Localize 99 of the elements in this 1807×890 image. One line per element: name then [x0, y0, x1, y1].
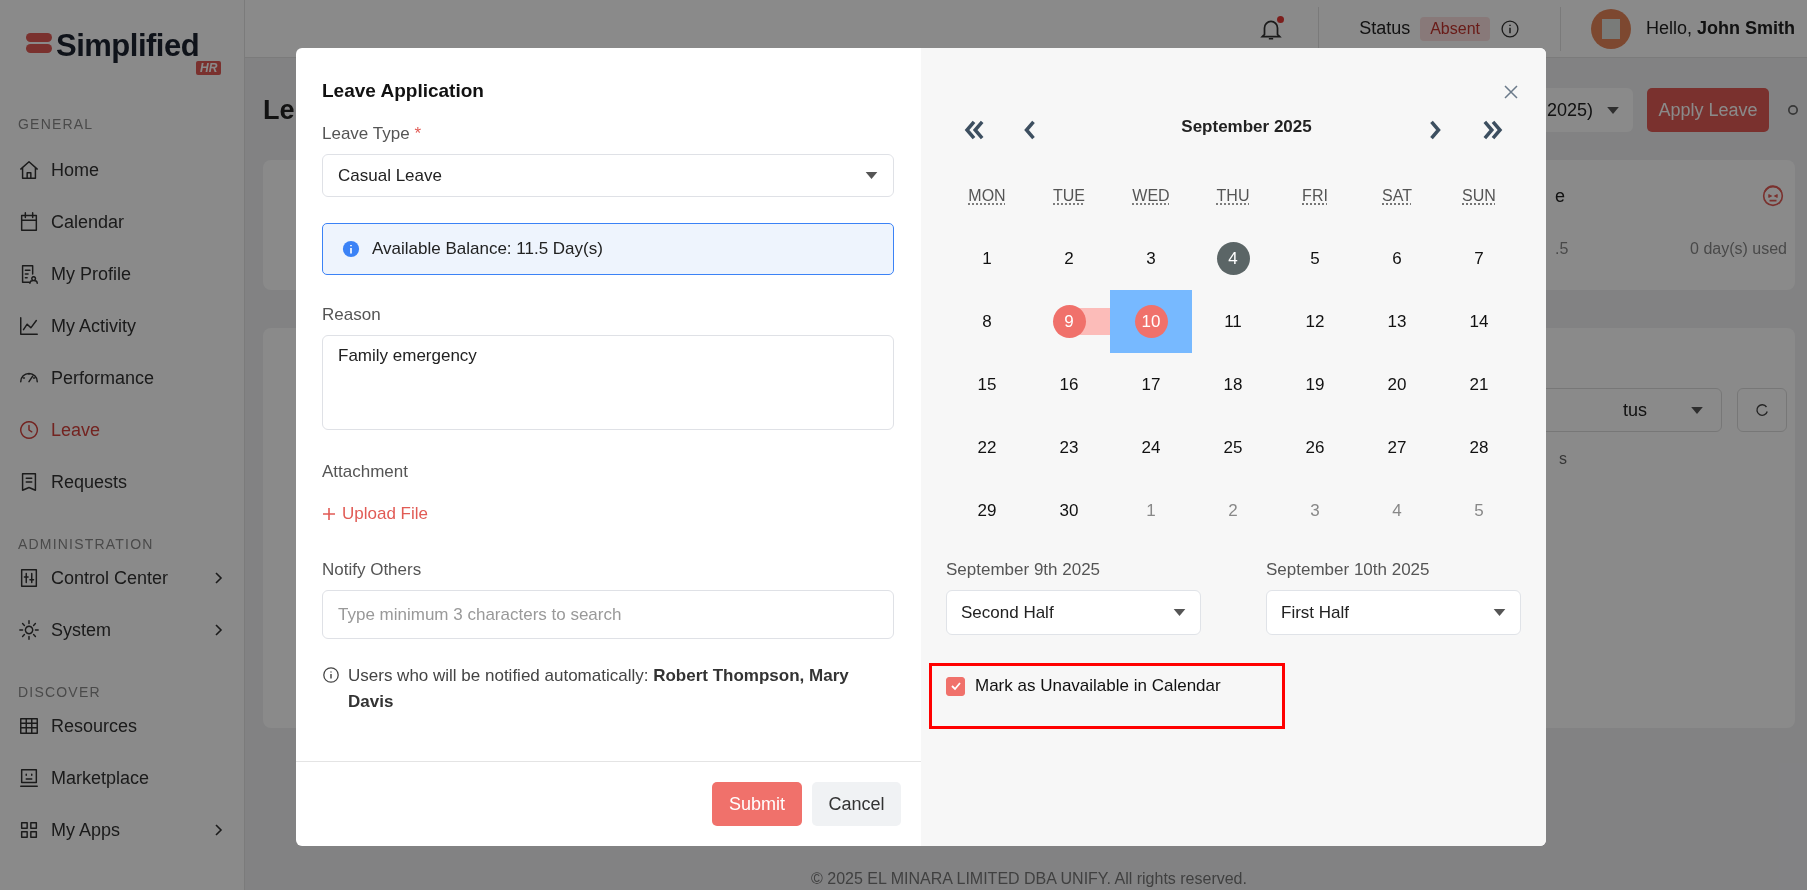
caret-icon: [1691, 406, 1703, 414]
balance-text: Available Balance: 11.5 Day(s): [372, 239, 603, 259]
half-day-select[interactable]: First Half: [1266, 590, 1521, 635]
field-label: Notify Others: [322, 560, 423, 580]
calendar-day[interactable]: 6: [1380, 242, 1414, 275]
sidebar-item[interactable]: Requests: [18, 456, 223, 508]
field-label: Leave Type: [322, 124, 410, 144]
calendar-day[interactable]: 1: [970, 242, 1004, 275]
calendar-day[interactable]: 4: [1216, 242, 1250, 275]
weekday-label: THU: [1216, 186, 1250, 205]
calendar-day[interactable]: 19: [1298, 368, 1332, 401]
calendar-day[interactable]: 22: [970, 431, 1004, 464]
calendar-day[interactable]: 13: [1380, 305, 1414, 338]
sidebar-item[interactable]: My Activity: [18, 300, 223, 352]
reason-field[interactable]: Family emergency: [322, 335, 894, 430]
sidebar-item[interactable]: Control Center: [18, 552, 223, 604]
calendar-day[interactable]: 2: [1052, 242, 1086, 275]
month-title: September 2025: [1180, 117, 1313, 137]
calendar-day[interactable]: 16: [1052, 368, 1086, 401]
section-heading: DISCOVER: [18, 683, 102, 702]
sliders-icon: [18, 567, 40, 589]
checkbox[interactable]: [946, 676, 965, 696]
apps-icon: [18, 819, 40, 841]
notify-note: Users who will be notified automatically: Robert Thompson, Mary Davis: [348, 665, 850, 713]
plus-icon: [322, 507, 336, 521]
section-heading: GENERAL: [18, 115, 95, 134]
weekday-label: SAT: [1382, 186, 1412, 205]
weekday-label: WED: [1132, 186, 1170, 205]
sidebar-item[interactable]: Calendar: [18, 196, 223, 248]
calendar-day[interactable]: 30: [1052, 494, 1086, 527]
chart-icon: [18, 315, 40, 337]
date-label: September 10th 2025: [1266, 560, 1431, 580]
check-icon: [949, 680, 962, 692]
page-title: Le: [263, 94, 295, 126]
status-badge: Absent: [1420, 16, 1490, 41]
footer-text: © 2025 EL MINARA LIMITED DBA UNIFY. All rights reserved.: [810, 870, 1248, 889]
notify-field[interactable]: Type minimum 3 characters to search: [322, 590, 894, 639]
leave-type-select[interactable]: Casual Leave: [322, 154, 894, 197]
caret-icon: [1173, 609, 1186, 616]
calendar-day[interactable]: 17: [1134, 368, 1168, 401]
close-icon[interactable]: [1503, 84, 1519, 100]
calendar-day[interactable]: 3: [1134, 242, 1168, 275]
checkbox-label: Mark as Unavailable in Calendar: [975, 676, 1221, 696]
section-heading: ADMINISTRATION: [18, 535, 155, 554]
info-icon: [322, 666, 340, 684]
required-asterisk: *: [414, 124, 422, 144]
clock-icon: [18, 419, 40, 441]
info-icon[interactable]: [1499, 18, 1520, 39]
logo-icon: [24, 32, 54, 54]
calendar-day[interactable]: 11: [1216, 305, 1250, 338]
calendar-day[interactable]: 25: [1216, 431, 1250, 464]
dialog-title: Leave Application: [322, 80, 485, 102]
sidebar-item[interactable]: Marketplace: [18, 752, 223, 804]
caret-icon: [1493, 609, 1506, 616]
weekday-label: TUE: [1053, 186, 1085, 205]
calendar-day[interactable]: 29: [970, 494, 1004, 527]
field-label: Attachment: [322, 462, 409, 482]
greeting: Hello, John Smith: [1645, 18, 1795, 39]
calendar-day[interactable]: 23: [1052, 431, 1086, 464]
calendar-day[interactable]: 5: [1298, 242, 1332, 275]
balance-value: .5: [1555, 240, 1569, 258]
sidebar-item[interactable]: Resources: [18, 700, 223, 752]
caret-icon: [1607, 106, 1619, 114]
caret-icon: [865, 172, 878, 179]
weekday-label: SUN: [1462, 186, 1496, 205]
calendar-day[interactable]: 12: [1298, 305, 1332, 338]
half-day-select[interactable]: Second Half: [946, 590, 1201, 635]
sidebar-item[interactable]: Home: [18, 144, 223, 196]
calendar-day[interactable]: 26: [1298, 431, 1332, 464]
calendar-day[interactable]: 18: [1216, 368, 1250, 401]
used-value: 0 day(s) used: [1690, 240, 1787, 258]
sidebar-item[interactable]: My Apps: [18, 804, 223, 856]
status-label: Status: [1359, 18, 1411, 39]
calendar-day[interactable]: 14: [1462, 305, 1496, 338]
home-icon: [18, 159, 40, 181]
grid-icon: [18, 715, 40, 737]
calendar-day[interactable]: 27: [1380, 431, 1414, 464]
calendar-day[interactable]: 7: [1462, 242, 1496, 275]
date-label: September 9th 2025: [946, 560, 1102, 580]
calendar-day[interactable]: 28: [1462, 431, 1496, 464]
logo-badge: HR: [196, 61, 222, 75]
weekday-label: MON: [968, 186, 1006, 205]
calendar-day[interactable]: 8: [970, 305, 1004, 338]
cancel-button[interactable]: Cancel: [812, 782, 901, 826]
sidebar-item[interactable]: System: [18, 604, 223, 656]
sidebar-item[interactable]: My Profile: [18, 248, 223, 300]
upload-file-link[interactable]: Upload File: [322, 504, 428, 524]
field-label: Reason: [322, 305, 382, 325]
calendar-day[interactable]: 24: [1134, 431, 1168, 464]
info-icon: [342, 240, 360, 258]
column-header: s: [1559, 450, 1567, 468]
logo-text: Simplified: [56, 28, 200, 64]
screen-icon: [18, 767, 40, 789]
weekday-label: FRI: [1302, 186, 1328, 205]
calendar-icon: [18, 211, 40, 233]
calendar-day[interactable]: 15: [970, 368, 1004, 401]
calendar-day[interactable]: 20: [1380, 368, 1414, 401]
sidebar-item[interactable]: Performance: [18, 352, 223, 404]
card-title: e: [1555, 185, 1565, 207]
